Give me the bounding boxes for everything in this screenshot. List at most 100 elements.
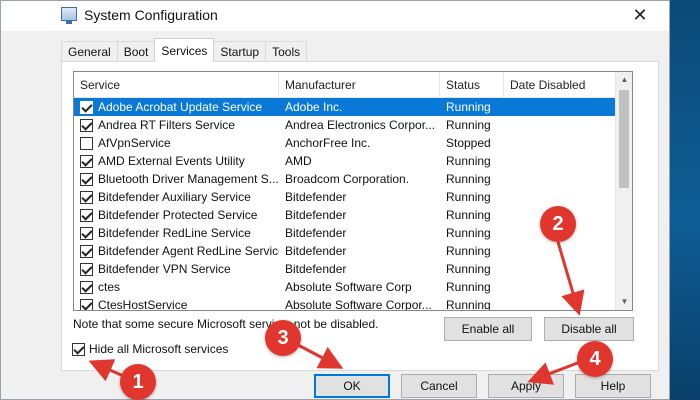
cancel-button[interactable]: Cancel (401, 374, 477, 398)
service-cell: Bluetooth Driver Management S... (74, 170, 279, 188)
service-name: Bluetooth Driver Management S... (98, 172, 279, 186)
manufacturer-cell: Absolute Software Corp (285, 280, 412, 294)
tab-general[interactable]: General (61, 41, 118, 62)
table-row[interactable]: Bitdefender RedLine Service Bitdefender Ru… (74, 224, 617, 242)
date-disabled-cell (504, 188, 617, 206)
column-header-service[interactable]: Service (74, 72, 279, 98)
service-checkbox[interactable] (80, 298, 93, 310)
manufacturer-cell: AnchorFree Inc. (285, 136, 371, 150)
status-cell: Running (446, 226, 491, 240)
enable-all-button[interactable]: Enable all (444, 317, 532, 341)
status-cell: Running (446, 298, 491, 311)
service-checkbox[interactable] (80, 136, 93, 150)
services-list: Service Manufacturer Status Date Disabled A… (73, 71, 633, 311)
service-cell: Andrea RT Filters Service (74, 116, 279, 134)
table-row[interactable]: CtesHostService Absolute Software Corpor.… (74, 296, 617, 311)
close-icon[interactable]: ✕ (627, 3, 653, 27)
service-checkbox[interactable] (80, 208, 93, 222)
service-checkbox[interactable] (80, 172, 93, 186)
disable-all-button[interactable]: Disable all (544, 317, 634, 341)
manufacturer-cell: Adobe Inc. (285, 100, 343, 114)
service-checkbox[interactable] (80, 190, 93, 204)
service-cell: ctes (74, 278, 279, 296)
hide-microsoft-services[interactable]: Hide all Microsoft services (72, 342, 228, 356)
window-title: System Configuration (84, 7, 218, 23)
secure-services-note: Note that some secure Microsoft servi ay… (73, 317, 379, 331)
service-name: Bitdefender Protected Service (98, 208, 258, 222)
service-checkbox[interactable] (80, 226, 93, 240)
manufacturer-cell: Andrea Electronics Corpor... (285, 118, 436, 132)
column-header-date-disabled[interactable]: Date Disabled (504, 72, 617, 98)
system-configuration-window: System Configuration ✕ General Boot Servic… (0, 0, 670, 400)
table-row[interactable]: Bitdefender Protected Service Bitdefender… (74, 206, 617, 224)
service-name: AMD External Events Utility (98, 154, 245, 168)
services-rows: Adobe Acrobat Update Service Adobe Inc. Ru… (74, 98, 617, 311)
service-cell: Bitdefender Auxiliary Service (74, 188, 279, 206)
service-name: ctes (98, 280, 121, 294)
table-row[interactable]: Bitdefender Agent RedLine Service Bitdefe… (74, 242, 617, 260)
service-name: Adobe Acrobat Update Service (98, 100, 263, 114)
apply-button[interactable]: Apply (488, 374, 564, 398)
manufacturer-cell: Bitdefender (285, 244, 347, 258)
scrollbar-thumb[interactable] (619, 90, 629, 188)
table-row[interactable]: AMD External Events Utility AMD Running (74, 152, 617, 170)
date-disabled-cell (504, 170, 617, 188)
column-header-manufacturer[interactable]: Manufacturer (279, 72, 440, 98)
manufacturer-cell: Absolute Software Corpor... (285, 298, 432, 311)
service-name: CtesHostService (98, 298, 188, 311)
service-checkbox[interactable] (80, 244, 93, 258)
service-name: Bitdefender RedLine Service (98, 226, 251, 240)
tab-tools[interactable]: Tools (265, 41, 308, 62)
service-name: Andrea RT Filters Service (98, 118, 235, 132)
status-cell: Running (446, 244, 491, 258)
table-row[interactable]: Bitdefender VPN Service Bitdefender Runnin… (74, 260, 617, 278)
date-disabled-cell (504, 296, 617, 310)
date-disabled-cell (504, 242, 617, 260)
status-cell: Running (446, 172, 491, 186)
table-row[interactable]: Adobe Acrobat Update Service Adobe Inc. Ru… (74, 98, 617, 116)
service-cell: Bitdefender Agent RedLine Service (74, 242, 279, 260)
help-button[interactable]: Help (575, 374, 651, 398)
date-disabled-cell (504, 116, 617, 134)
scroll-down-icon[interactable]: ▼ (616, 294, 632, 310)
status-cell: Running (446, 262, 491, 276)
service-checkbox[interactable] (80, 100, 93, 114)
table-row[interactable]: AfVpnService AnchorFree Inc. Stopped (74, 134, 617, 152)
vertical-scrollbar[interactable]: ▲ ▼ (615, 72, 632, 310)
annotation-badge-1: 1 (120, 364, 156, 400)
service-checkbox[interactable] (80, 154, 93, 168)
title-bar[interactable]: System Configuration ✕ (1, 1, 669, 31)
service-checkbox[interactable] (80, 280, 93, 294)
date-disabled-cell (504, 260, 617, 278)
table-row[interactable]: Bitdefender Auxiliary Service Bitdefender… (74, 188, 617, 206)
column-header-status[interactable]: Status (440, 72, 504, 98)
service-cell: Bitdefender RedLine Service (74, 224, 279, 242)
table-row[interactable]: Bluetooth Driver Management S... Broadcom… (74, 170, 617, 188)
annotation-badge-4: 4 (577, 341, 613, 377)
service-cell: CtesHostService (74, 296, 279, 311)
service-cell: AMD External Events Utility (74, 152, 279, 170)
tab-services[interactable]: Services (154, 38, 215, 62)
manufacturer-cell: AMD (285, 154, 312, 168)
hide-microsoft-services-label: Hide all Microsoft services (89, 342, 229, 356)
manufacturer-cell: Bitdefender (285, 208, 347, 222)
service-checkbox[interactable] (80, 262, 93, 276)
status-cell: Running (446, 280, 491, 294)
status-cell: Running (446, 100, 491, 114)
service-checkbox[interactable] (80, 118, 93, 132)
scroll-up-icon[interactable]: ▲ (616, 72, 632, 88)
manufacturer-cell: Bitdefender (285, 190, 347, 204)
tab-startup[interactable]: Startup (213, 41, 267, 62)
tab-boot[interactable]: Boot (116, 41, 156, 62)
hide-microsoft-services-checkbox[interactable] (72, 342, 85, 356)
ok-button[interactable]: OK (314, 374, 390, 398)
annotation-badge-3: 3 (265, 320, 301, 356)
table-row[interactable]: ctes Absolute Software Corp Running (74, 278, 617, 296)
status-cell: Stopped (446, 136, 491, 150)
service-cell: Bitdefender Protected Service (74, 206, 279, 224)
status-cell: Running (446, 154, 491, 168)
date-disabled-cell (504, 152, 617, 170)
date-disabled-cell (504, 98, 617, 116)
manufacturer-cell: Broadcom Corporation. (285, 172, 410, 186)
table-row[interactable]: Andrea RT Filters Service Andrea Electron… (74, 116, 617, 134)
